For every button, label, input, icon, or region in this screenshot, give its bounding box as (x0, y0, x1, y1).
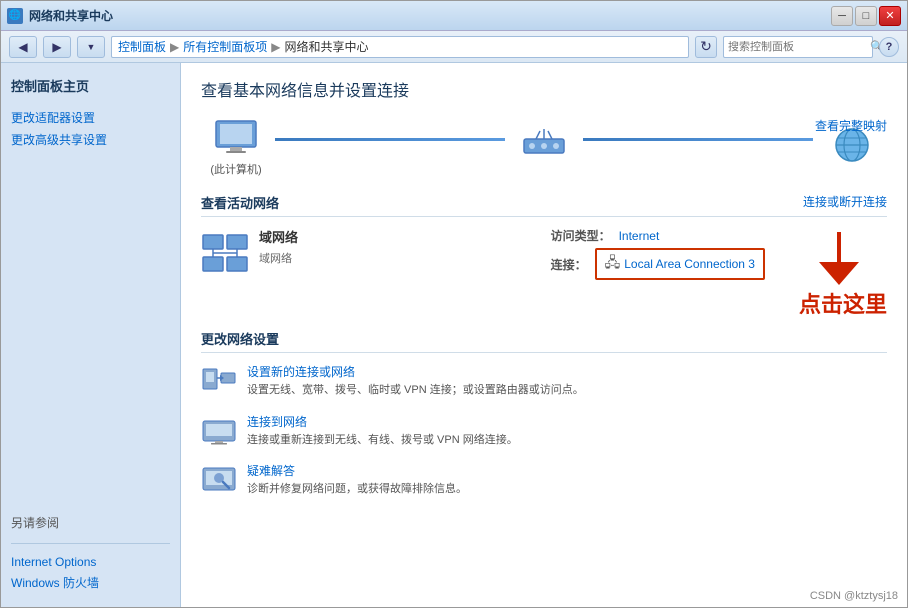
new-connection-text: 设置新的连接或网络 设置无线、宽带、拨号、临时或 VPN 连接；或设置路由器或访… (247, 363, 887, 399)
troubleshoot-icon (201, 464, 237, 494)
router-icon (520, 125, 568, 165)
back-button[interactable]: ◀ (9, 36, 37, 58)
connection-value: Local Area Connection 3 (624, 257, 755, 271)
active-network-section-title: 查看活动网络 连接或断开连接 (201, 193, 887, 217)
breadcrumb-current: 网络和共享中心 (285, 38, 369, 55)
refresh-button[interactable]: ↻ (695, 36, 717, 58)
change-settings-section-title: 更改网络设置 (201, 329, 887, 353)
forward-button[interactable]: ▶ (43, 36, 71, 58)
connect-to-network-title[interactable]: 连接到网络 (247, 413, 887, 430)
network-type: 域网络 (259, 250, 541, 266)
breadcrumb-controlpanel[interactable]: 控制面板 (118, 38, 166, 55)
content-area: 查看基本网络信息并设置连接 查看完整映射 (此计算机) (181, 63, 907, 607)
active-network-icon (201, 231, 249, 284)
settings-item-troubleshoot: 疑难解答 诊断并修复网络问题，或获得故障排除信息。 (201, 462, 887, 498)
annotation-text: 点击这里 (799, 287, 887, 319)
window-icon: 🌐 (7, 8, 23, 24)
sidebar-item-adapter-settings[interactable]: 更改适配器设置 (11, 108, 170, 130)
connect-to-network-icon (201, 415, 237, 445)
troubleshoot-title[interactable]: 疑难解答 (247, 462, 887, 479)
watermark: CSDN @ktztysj18 (810, 590, 898, 602)
breadcrumb-sep1: ▶ (170, 40, 179, 54)
new-connection-desc: 设置无线、宽带、拨号、临时或 VPN 连接；或设置路由器或访问点。 (247, 384, 584, 396)
main-window: 🌐 网络和共享中心 ─ □ ✕ ◀ ▶ ▼ 控制面板 ▶ 所有控制面板项 ▶ 网… (0, 0, 908, 608)
access-type-row: 访问类型： Internet (551, 227, 765, 244)
sidebar: 控制面板主页 更改适配器设置 更改高级共享设置 另请参阅 Internet Op… (1, 63, 181, 607)
access-type-label: 访问类型： (551, 227, 611, 244)
page-title: 查看基本网络信息并设置连接 (201, 77, 887, 101)
sidebar-item-windows-firewall[interactable]: Windows 防火墙 (11, 573, 170, 595)
sidebar-item-internet-options[interactable]: Internet Options (11, 552, 170, 574)
computer-icon (212, 117, 260, 157)
troubleshoot-desc: 诊断并修复网络问题，或获得故障排除信息。 (247, 483, 467, 495)
connect-to-network-desc: 连接或重新连接到无线、有线、拨号或 VPN 网络连接。 (247, 434, 518, 446)
annotation-area: 点击这里 (791, 227, 887, 319)
network-name: 域网络 (259, 227, 541, 246)
view-full-map-link[interactable]: 查看完整映射 (815, 117, 887, 134)
new-connection-icon (201, 365, 237, 395)
connect-disconnect-link[interactable]: 连接或断开连接 (803, 193, 887, 210)
close-button[interactable]: ✕ (879, 6, 901, 26)
main-layout: 控制面板主页 更改适配器设置 更改高级共享设置 另请参阅 Internet Op… (1, 63, 907, 607)
sidebar-item-main[interactable]: 控制面板主页 (11, 75, 170, 98)
title-bar-left: 🌐 网络和共享中心 (7, 7, 113, 24)
minimize-button[interactable]: ─ (831, 6, 853, 26)
network-diagram: 查看完整映射 (此计算机) (201, 117, 887, 177)
network-line-1 (275, 138, 505, 141)
connection-label: 连接： (551, 256, 587, 273)
sidebar-item-advanced-sharing[interactable]: 更改高级共享设置 (11, 130, 170, 152)
title-bar-controls: ─ □ ✕ (831, 6, 901, 26)
network-line-2 (583, 138, 813, 141)
new-connection-title[interactable]: 设置新的连接或网络 (247, 363, 887, 380)
breadcrumb-allitems[interactable]: 所有控制面板项 (183, 38, 267, 55)
change-settings-list: 设置新的连接或网络 设置无线、宽带、拨号、临时或 VPN 连接；或设置路由器或访… (201, 363, 887, 498)
title-bar: 🌐 网络和共享中心 ─ □ ✕ (1, 1, 907, 31)
maximize-button[interactable]: □ (855, 6, 877, 26)
network-details: 访问类型： Internet 连接： 🖧 Local Area Connecti… (551, 227, 765, 280)
red-arrow-icon (809, 227, 869, 287)
search-input[interactable] (728, 41, 870, 53)
network-info: 域网络 域网络 (259, 227, 541, 266)
see-also-title: 另请参阅 (11, 514, 170, 531)
connection-icon: 🖧 (605, 252, 621, 276)
connection-badge[interactable]: 🖧 Local Area Connection 3 (595, 248, 765, 280)
connect-to-network-text: 连接到网络 连接或重新连接到无线、有线、拨号或 VPN 网络连接。 (247, 413, 887, 449)
troubleshoot-text: 疑难解答 诊断并修复网络问题，或获得故障排除信息。 (247, 462, 887, 498)
settings-item-connect-to-network: 连接到网络 连接或重新连接到无线、有线、拨号或 VPN 网络连接。 (201, 413, 887, 449)
address-bar: ◀ ▶ ▼ 控制面板 ▶ 所有控制面板项 ▶ 网络和共享中心 ↻ 🔍 ? (1, 31, 907, 63)
net-node-router (509, 125, 579, 169)
breadcrumb-bar: 控制面板 ▶ 所有控制面板项 ▶ 网络和共享中心 (111, 36, 689, 58)
settings-item-new-connection: 设置新的连接或网络 设置无线、宽带、拨号、临时或 VPN 连接；或设置路由器或访… (201, 363, 887, 399)
dropdown-button[interactable]: ▼ (77, 36, 105, 58)
search-bar: 🔍 (723, 36, 873, 58)
window-title: 网络和共享中心 (29, 7, 113, 24)
computer-label: (此计算机) (201, 161, 271, 177)
active-network-block: 域网络 域网络 访问类型： Internet 连接： 🖧 Local Area … (201, 227, 887, 319)
net-node-computer: (此计算机) (201, 117, 271, 177)
help-button[interactable]: ? (879, 37, 899, 57)
sidebar-divider (11, 543, 170, 544)
breadcrumb-sep2: ▶ (271, 40, 280, 54)
connection-row: 连接： 🖧 Local Area Connection 3 (551, 248, 765, 280)
access-type-value: Internet (619, 229, 660, 243)
